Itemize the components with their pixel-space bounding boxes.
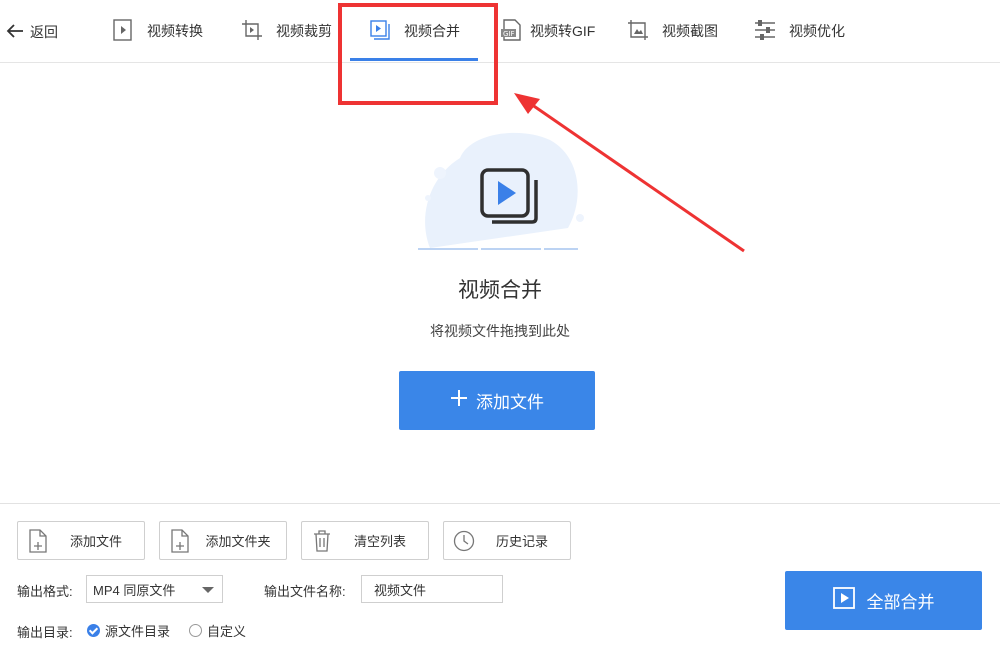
toolbar-add-folder-button[interactable]: 添加文件夹 (159, 521, 287, 560)
bottom-panel: 添加文件 添加文件夹 清空列表 历史记录 输出格式: MP4 同原文件 输出文件… (0, 503, 1000, 658)
toolbar-history-button[interactable]: 历史记录 (443, 521, 571, 560)
radio-unchecked-icon (189, 624, 202, 637)
add-file-button[interactable]: 添加文件 (399, 371, 595, 430)
radio-checked-icon (87, 624, 100, 637)
chevron-down-icon (202, 587, 214, 593)
output-format-select[interactable]: MP4 同原文件 (86, 575, 223, 603)
page-title: 视频合并 (458, 279, 542, 302)
toolbar-label: 添加文件 (69, 534, 122, 549)
merge-all-button[interactable]: 全部合并 (785, 571, 982, 630)
trash-icon (302, 529, 342, 552)
drop-zone-illustration (400, 118, 600, 258)
toolbar-clear-list-button[interactable]: 清空列表 (301, 521, 429, 560)
drop-hint: 将视频文件拖拽到此处 (430, 323, 570, 339)
plus-icon (450, 389, 468, 412)
radio-label: 源文件目录 (105, 624, 171, 639)
toolbar-label: 清空列表 (353, 534, 406, 549)
add-file-label: 添加文件 (476, 393, 544, 412)
play-icon (832, 587, 855, 614)
clock-icon (444, 530, 484, 552)
output-format-label: 输出格式: (17, 584, 73, 599)
radio-custom-dir[interactable]: 自定义 (189, 621, 246, 640)
output-format-value: MP4 同原文件 (93, 582, 176, 598)
output-filename-label: 输出文件名称: (264, 584, 346, 599)
output-filename-input[interactable] (361, 575, 503, 603)
radio-source-dir[interactable]: 源文件目录 (87, 621, 170, 640)
merge-all-label: 全部合并 (866, 593, 935, 612)
toolbar-add-file-button[interactable]: 添加文件 (17, 521, 145, 560)
file-add-icon (18, 528, 58, 553)
toolbar-label: 添加文件夹 (205, 534, 271, 549)
radio-label: 自定义 (207, 624, 247, 639)
folder-add-icon (160, 528, 200, 553)
output-dir-label: 输出目录: (17, 625, 73, 640)
toolbar-label: 历史记录 (495, 534, 548, 549)
